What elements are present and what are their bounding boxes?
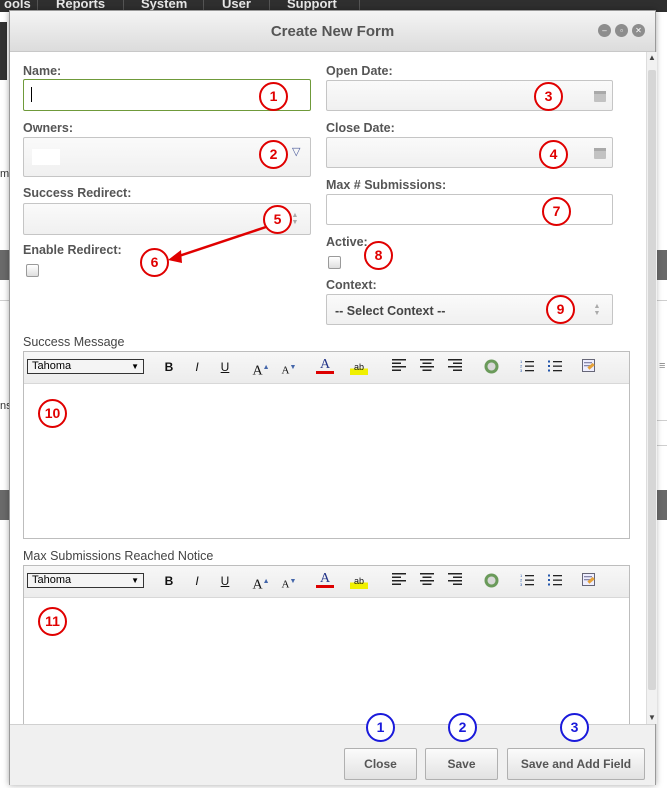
annotation-marker-10: 10	[38, 399, 67, 428]
underline-button[interactable]: U	[216, 573, 234, 589]
close-icon[interactable]: ✕	[632, 24, 645, 37]
bullet-list-icon	[548, 360, 562, 372]
annotation-marker-blue-1: 1	[366, 713, 395, 742]
highlight-button[interactable]: ab	[350, 359, 368, 375]
ordered-list-icon: 123	[520, 573, 534, 587]
edit-source-icon	[582, 359, 595, 372]
dialog-footer: Close Save Save and Add Field 1 2 3	[10, 713, 655, 785]
align-left-button[interactable]	[390, 359, 408, 375]
grow-font-button[interactable]: A▲	[252, 359, 270, 379]
annotation-marker-blue-2: 2	[448, 713, 477, 742]
svg-text:3: 3	[520, 582, 523, 586]
align-left-icon	[392, 573, 406, 585]
bold-button[interactable]: B	[160, 573, 178, 589]
insert-image-button[interactable]	[482, 359, 500, 375]
font-color-button[interactable]: A	[316, 358, 334, 374]
image-icon	[484, 573, 498, 588]
close-button[interactable]: Close	[344, 748, 417, 780]
align-left-button[interactable]	[390, 573, 408, 589]
editor-toolbar: Tahoma ▼ B I U A▲ A▼ A ab 123	[24, 566, 629, 598]
ordered-list-button[interactable]: 123	[518, 359, 536, 375]
align-right-button[interactable]	[446, 573, 464, 589]
align-right-button[interactable]	[446, 359, 464, 375]
shrink-font-button[interactable]: A▼	[280, 359, 298, 377]
shrink-font-button[interactable]: A▼	[280, 573, 298, 591]
minimize-icon[interactable]: –	[598, 24, 611, 37]
ordered-list-button[interactable]: 123	[518, 573, 536, 589]
font-family-value: Tahoma	[32, 574, 72, 586]
bold-button[interactable]: B	[160, 359, 178, 375]
background-text: m	[0, 168, 10, 180]
shrink-font-icon: A	[281, 578, 290, 591]
chevron-down-icon: ▼	[131, 362, 139, 371]
font-color-button[interactable]: A	[316, 572, 334, 588]
dialog-title: Create New Form	[270, 23, 395, 40]
bullet-list-icon	[548, 574, 562, 586]
save-and-add-field-button[interactable]: Save and Add Field	[507, 748, 645, 780]
font-family-select[interactable]: Tahoma ▼	[27, 359, 144, 374]
font-family-select[interactable]: Tahoma ▼	[27, 573, 144, 588]
chevron-down-icon: ▼	[131, 576, 139, 585]
shrink-font-icon: A	[281, 364, 290, 377]
save-button[interactable]: Save	[425, 748, 498, 780]
max-notice-label: Max Submissions Reached Notice	[23, 549, 214, 563]
bullet-list-button[interactable]	[546, 573, 564, 589]
dialog-scrollbar[interactable]: ▲ ▼	[646, 52, 657, 724]
insert-image-button[interactable]	[482, 573, 500, 589]
align-center-button[interactable]	[418, 573, 436, 589]
editor-toolbar: Tahoma ▼ B I U A▲ A▼ A ab 123	[24, 352, 629, 384]
underline-button[interactable]: U	[216, 359, 234, 375]
dialog-titlebar[interactable]: Create New Form – ▫ ✕	[10, 11, 655, 52]
align-right-icon	[448, 573, 462, 585]
html-source-button[interactable]	[580, 573, 598, 589]
dialog-content: Name: Owners: ▽ Success Redirect: ▲ ▼ Ena…	[10, 52, 645, 724]
html-source-button[interactable]	[580, 359, 598, 375]
annotation-arrow	[168, 225, 267, 263]
scroll-down-icon[interactable]: ▼	[648, 714, 656, 722]
max-notice-editor[interactable]: Tahoma ▼ B I U A▲ A▼ A ab 123	[23, 565, 630, 724]
background-logo-fragment	[0, 22, 7, 80]
svg-text:3: 3	[520, 368, 523, 372]
edit-source-icon	[582, 573, 595, 586]
success-message-editor[interactable]: Tahoma ▼ B I U A▲ A▼ A ab 123	[23, 351, 630, 539]
scroll-up-icon[interactable]: ▲	[648, 54, 656, 62]
grow-font-icon: A	[252, 363, 263, 379]
font-family-value: Tahoma	[32, 360, 72, 372]
ordered-list-icon: 123	[520, 359, 534, 373]
image-icon	[484, 359, 498, 374]
bullet-list-button[interactable]	[546, 359, 564, 375]
align-center-icon	[420, 573, 434, 585]
grow-font-button[interactable]: A▲	[252, 573, 270, 593]
grow-font-icon: A	[252, 577, 263, 593]
create-form-dialog: Create New Form – ▫ ✕ Name: Owners: ▽ Su…	[9, 10, 657, 785]
align-center-icon	[420, 359, 434, 371]
align-left-icon	[392, 359, 406, 371]
align-center-button[interactable]	[418, 359, 436, 375]
align-right-icon	[448, 359, 462, 371]
italic-button[interactable]: I	[188, 573, 206, 589]
annotation-marker-11: 11	[38, 607, 67, 636]
scroll-thumb[interactable]	[648, 70, 656, 690]
annotation-marker-blue-3: 3	[560, 713, 589, 742]
restore-icon[interactable]: ▫	[615, 24, 628, 37]
italic-button[interactable]: I	[188, 359, 206, 375]
background-grip-icon: ≡	[659, 360, 666, 372]
highlight-button[interactable]: ab	[350, 573, 368, 589]
